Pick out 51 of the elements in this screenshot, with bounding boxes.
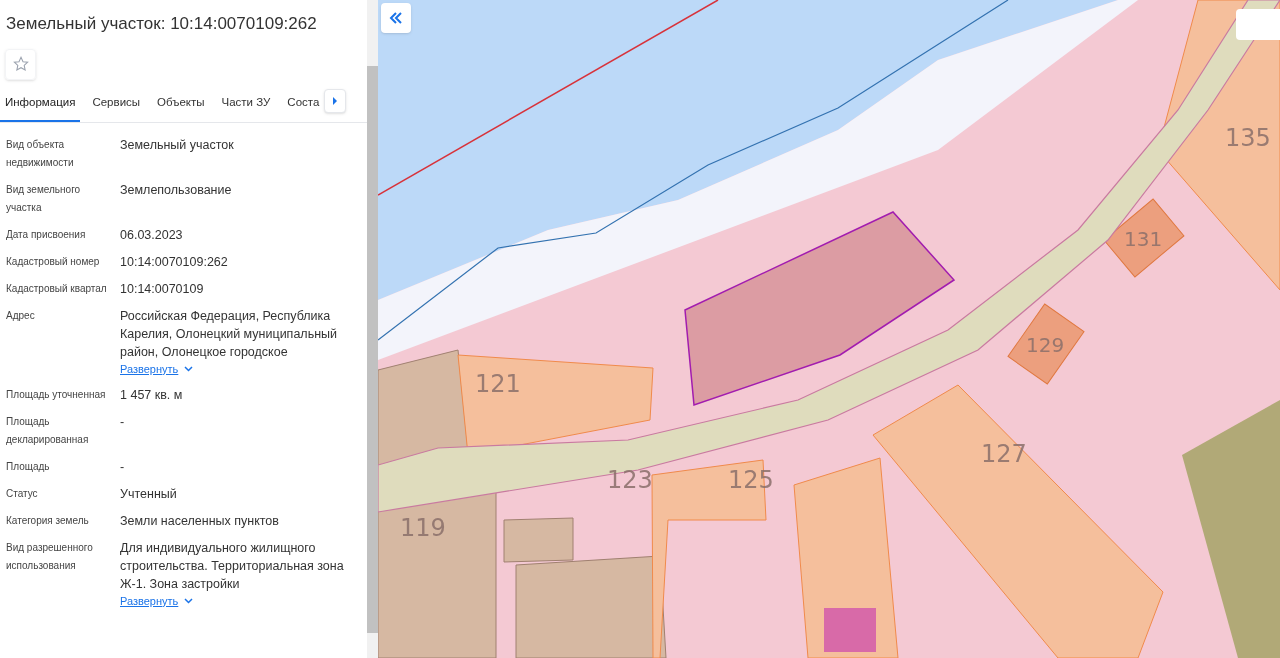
parcel-number: 119 xyxy=(400,514,446,542)
field-value: 06.03.2023 xyxy=(120,226,183,244)
star-icon xyxy=(12,56,29,72)
expand-link[interactable]: Развернуть xyxy=(120,360,361,377)
field-label: Вид объекта недвижимости xyxy=(6,137,75,170)
parcel-number: 127 xyxy=(981,440,1027,468)
field-value: Учтенный xyxy=(120,485,177,503)
scrollbar[interactable] xyxy=(367,0,378,658)
parcel-number: 135 xyxy=(1225,124,1271,152)
field-value: Земли населенных пунктов xyxy=(120,512,279,530)
field-label: Статус xyxy=(6,486,39,501)
field-value: Российская Федерация, Республика Карелия, Олонецкий муниципальный район, Олонецкое городское xyxy=(120,307,338,361)
field-label: Кадастровый номер xyxy=(6,254,101,269)
parcel-number: 121 xyxy=(475,370,521,398)
tab[interactable]: Информация xyxy=(0,92,81,122)
tab[interactable]: Объекты xyxy=(152,92,210,122)
field-value: Земельный участок xyxy=(120,136,234,154)
caret-right-icon xyxy=(332,96,339,105)
field-label: Вид земельного участка xyxy=(6,182,82,215)
field-value: 10:14:0070109:262 xyxy=(120,253,228,271)
field-label: Категория земель xyxy=(6,513,90,528)
field-value: Землепользование xyxy=(120,181,232,199)
parcel-number: 131 xyxy=(1124,227,1163,251)
collapse-panel-button[interactable] xyxy=(381,3,411,33)
field-value: - xyxy=(120,458,125,476)
parcel-number: 129 xyxy=(1026,333,1065,357)
field-value: 10:14:0070109 xyxy=(120,280,204,298)
field-label: Кадастровый квартал xyxy=(6,281,108,296)
field-label: Дата присвоения xyxy=(6,227,87,242)
field-value: Для индивидуального жилищного строительства. Территориальная зона Ж-1. Зона застройки xyxy=(120,539,345,593)
tab[interactable]: Сервисы xyxy=(87,92,146,122)
tabs-next-button[interactable] xyxy=(324,88,347,113)
field-label: Площадь декларированная xyxy=(6,414,90,447)
chevron-down-icon xyxy=(184,365,194,372)
field-label: Вид разрешенного использования xyxy=(6,540,94,573)
selected-parcel[interactable] xyxy=(684,211,956,406)
panel-title: Земельный участок: 10:14:0070109:262 xyxy=(5,13,318,35)
parcel-number: 123 xyxy=(607,466,653,494)
tab[interactable]: Соста xyxy=(282,92,325,122)
map-control-panel xyxy=(1236,9,1280,40)
field-label: Площадь xyxy=(6,459,51,474)
field-label: Площадь уточненная xyxy=(6,387,107,402)
parcel-number: 125 xyxy=(728,466,774,494)
tab[interactable]: Части ЗУ xyxy=(216,92,276,122)
double-chevron-left-icon xyxy=(389,11,403,25)
field-value: 1 457 кв. м xyxy=(120,386,183,404)
chevron-down-icon xyxy=(184,597,194,604)
field-value: - xyxy=(120,413,125,431)
field-label: Адрес xyxy=(6,308,36,323)
expand-link[interactable]: Развернуть xyxy=(120,592,361,609)
favorite-button[interactable] xyxy=(5,48,36,80)
